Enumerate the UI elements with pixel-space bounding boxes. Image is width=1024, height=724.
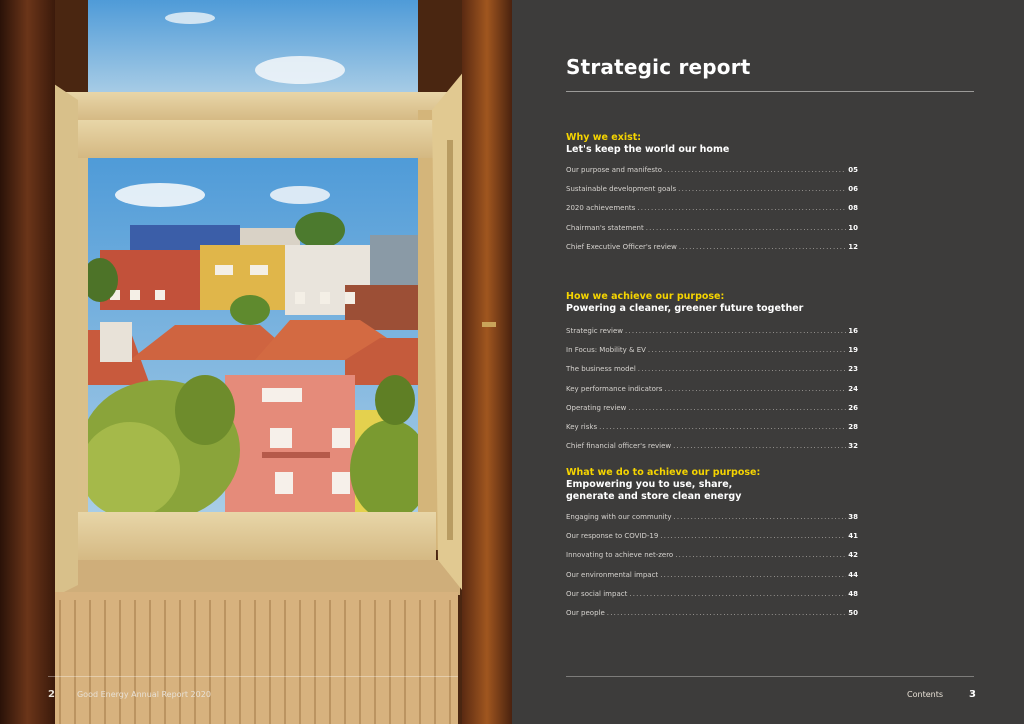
section-subheading: Let's keep the world our home [566,144,730,155]
toc-entry-page: 08 [848,204,858,213]
toc-entry[interactable]: Strategic review 16 [566,327,858,346]
toc-entry-page: 41 [848,532,858,541]
toc-entry-label: Our people [566,608,605,617]
toc-entry-label: Engaging with our community [566,513,672,521]
toc-entry[interactable]: Engaging with our community 38 [566,513,858,532]
toc-entry[interactable]: Chief financial officer's review 32 [566,442,858,461]
dot-leader [675,551,846,559]
dot-leader [679,243,846,251]
toc-entry-label: 2020 achievements [566,204,636,213]
section-heading: How we achieve our purpose: [566,291,725,302]
page-title: Strategic report [566,55,751,79]
dot-leader [628,404,846,412]
toc-entry[interactable]: In Focus: Mobility & EV 19 [566,346,858,365]
dot-leader [678,185,846,193]
toc-entry-page: 19 [848,346,858,355]
dot-leader [648,346,846,354]
toc-entry-label: Chief Executive Officer's review [566,242,677,251]
toc-entry-label: Our social impact [566,589,628,598]
toc-list: Strategic review 16 In Focus: Mobility & … [566,327,858,461]
dot-leader [607,609,846,617]
toc-entry-page: 44 [848,570,858,579]
section-heading: Why we exist: [566,132,642,143]
dot-leader [638,365,846,373]
toc-entry[interactable]: Our people 50 [566,609,858,628]
toc-entry-page: 16 [848,327,858,335]
dot-leader [673,513,846,521]
dot-leader [637,204,846,212]
toc-entry-page: 24 [848,384,858,393]
toc-entry[interactable]: Innovating to achieve net-zero 42 [566,551,858,570]
section-subheading: Powering a cleaner, greener future toget… [566,303,804,314]
dot-leader [660,571,846,579]
toc-section-what: What we do to achieve our purpose: Empow… [566,467,858,628]
footer-right: Contents 3 [907,689,976,700]
dot-leader [664,385,846,393]
toc-entry-page: 12 [848,242,858,251]
running-title: Good Energy Annual Report 2020 [76,690,211,699]
toc-entry-page: 50 [848,608,858,617]
footer-left: 2 Good Energy Annual Report 2020 [48,689,211,700]
toc-entry[interactable]: Sustainable development goals 06 [566,185,858,204]
section-heading: What we do to achieve our purpose: [566,467,761,478]
toc-entry-page: 32 [848,442,858,451]
page-number-right: 3 [969,689,976,700]
toc-entry[interactable]: Our purpose and manifesto 05 [566,166,858,185]
toc-list: Our purpose and manifesto 05 Sustainable … [566,166,858,262]
toc-list: Engaging with our community 38 Our respon… [566,513,858,628]
toc-entry[interactable]: Our environmental impact 44 [566,571,858,590]
footer-divider-left [48,676,458,677]
footer-divider-right [566,676,974,677]
toc-entry[interactable]: 2020 achievements 08 [566,204,858,223]
toc-entry-label: Our purpose and manifesto [566,166,663,174]
title-divider [566,91,974,92]
toc-entry-label: Innovating to achieve net-zero [566,551,674,560]
dot-leader [629,590,846,598]
section-subheading: Empowering you to use, share, generate a… [566,479,742,502]
toc-entry-label: Operating review [566,403,627,412]
dot-leader [599,423,846,431]
toc-entry[interactable]: Key performance indicators 24 [566,385,858,404]
toc-entry-label: Our environmental impact [566,570,659,579]
toc-entry-label: Chairman's statement [566,223,644,232]
toc-entry[interactable]: The business model 23 [566,365,858,384]
toc-entry[interactable]: Our social impact 48 [566,590,858,609]
toc-entry-label: Chief financial officer's review [566,442,672,451]
dot-leader [664,166,846,174]
footer-label: Contents [907,690,944,699]
toc-entry-page: 48 [848,589,858,598]
toc-entry-label: Strategic review [566,327,624,335]
right-page: Strategic report Why we exist: Let's kee… [512,0,1024,724]
toc-entry-page: 05 [848,166,858,174]
left-page: 2 Good Energy Annual Report 2020 [0,0,512,724]
window-photo [0,0,512,724]
toc-entry-page: 26 [848,403,858,412]
dot-leader [673,442,846,450]
toc-entry-label: Our response to COVID-19 [566,532,659,541]
toc-entry-page: 42 [848,551,858,560]
dot-leader [660,532,846,540]
toc-entry-page: 10 [848,223,858,232]
dot-leader [646,224,847,232]
toc-entry[interactable]: Our response to COVID-19 41 [566,532,858,551]
toc-entry-label: Key performance indicators [566,384,663,393]
toc-entry-page: 06 [848,185,858,194]
dot-leader [625,327,846,335]
toc-entry-label: The business model [566,365,636,374]
toc-entry-page: 23 [848,365,858,374]
toc-section-how: How we achieve our purpose: Powering a c… [566,291,858,461]
toc-entry-page: 28 [848,422,858,431]
toc-entry[interactable]: Key risks 28 [566,423,858,442]
toc-entry-label: Key risks [566,422,598,431]
toc-entry[interactable]: Operating review 26 [566,404,858,423]
toc-entry-page: 38 [848,513,858,521]
toc-entry[interactable]: Chief Executive Officer's review 12 [566,243,858,262]
toc-section-why: Why we exist: Let's keep the world our h… [566,132,858,262]
toc-entry-label: In Focus: Mobility & EV [566,346,646,355]
toc-entry[interactable]: Chairman's statement 10 [566,224,858,243]
toc-entry-label: Sustainable development goals [566,185,677,194]
page-number-left: 2 [48,689,55,700]
